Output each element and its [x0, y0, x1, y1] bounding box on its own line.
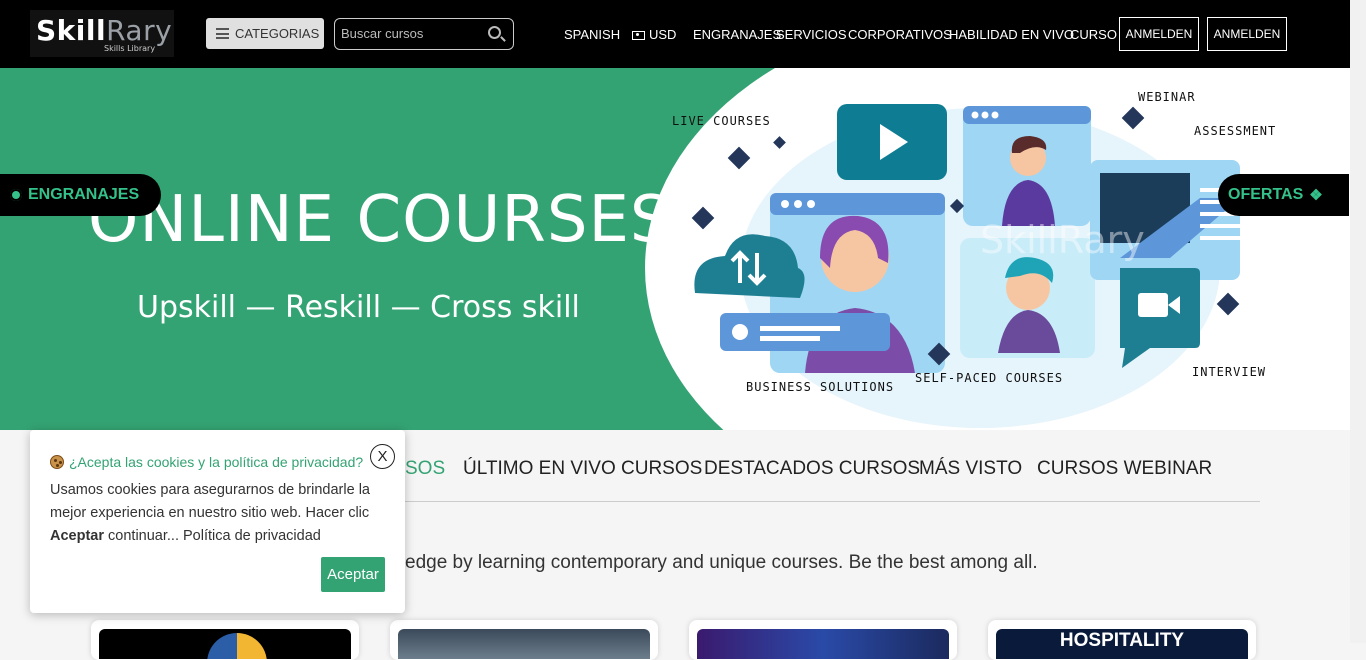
label-webinar: WEBINAR [1138, 90, 1196, 104]
engranajes-pill[interactable]: ENGRANAJES [0, 174, 161, 216]
nav-currency-label: USD [649, 27, 677, 42]
cookie-title-text: ¿Acepta las cookies y la política de pri… [69, 454, 364, 470]
tabs-divider [405, 501, 1260, 502]
page-scrollbar[interactable] [1350, 0, 1366, 643]
label-business-solutions: BUSINESS SOLUTIONS [746, 380, 895, 394]
label-self-paced: SELF-PACED COURSES [915, 371, 1064, 385]
course-thumbnail-text: HOSPITALITY [1059, 630, 1185, 651]
accept-cookies-button[interactable]: Aceptar [321, 557, 385, 592]
logo-tagline: Skills Library [104, 44, 156, 53]
menu-icon [216, 28, 229, 39]
cookie-body-bold: Aceptar [50, 528, 104, 544]
cookie-consent-dialog: ¿Acepta las cookies y la política de pri… [30, 430, 405, 613]
hero-subtitle: Upskill — Reskill — Cross skill [137, 290, 580, 325]
label-assessment: ASSESSMENT [1194, 124, 1277, 138]
cookie-body-text-2: continuar... Política de privacidad [108, 528, 321, 544]
search-input[interactable] [341, 26, 481, 41]
nav-language[interactable]: SPANISH [564, 27, 620, 42]
signup-button[interactable]: ANMELDEN [1207, 17, 1287, 51]
ofertas-pill-label: OFERTAS [1228, 186, 1304, 203]
site-logo[interactable]: SkillRary Skills Library [30, 10, 174, 57]
money-icon [632, 31, 645, 40]
label-live-courses: LIVE COURSES [672, 114, 771, 128]
nav-servicios[interactable]: SERVICIOS [776, 27, 847, 42]
cookie-body: Usamos cookies para asegurarnos de brind… [50, 479, 390, 548]
watermark: SkillRary [980, 218, 1145, 262]
close-button[interactable]: X [370, 444, 395, 469]
tab-cursos[interactable]: SOS [405, 458, 445, 484]
course-thumbnail [697, 629, 949, 659]
tab-destacados[interactable]: DESTACADOS CURSOS [704, 458, 920, 484]
tags-icon: ❖ [1309, 187, 1323, 204]
categories-button[interactable]: CATEGORIAS [206, 18, 324, 49]
tab-cursos-webinar[interactable]: CURSOS WEBINAR [1037, 458, 1212, 484]
logo-main-text: Skill [36, 14, 107, 47]
cookie-icon [50, 455, 64, 469]
course-thumbnail [398, 629, 650, 659]
course-card[interactable] [91, 620, 359, 660]
login-button[interactable]: ANMELDEN [1119, 17, 1199, 51]
hero-banner[interactable]: ONLINE COURSES Upskill — Reskill — Cross… [0, 68, 1350, 430]
cookie-title: ¿Acepta las cookies y la política de pri… [50, 454, 363, 470]
course-card[interactable] [390, 620, 658, 660]
engranajes-pill-label: ENGRANAJES [28, 186, 140, 203]
nav-currency[interactable]: USD [632, 27, 676, 42]
course-card[interactable] [689, 620, 957, 660]
ofertas-pill[interactable]: OFERTAS ❖ [1218, 174, 1349, 216]
section-tagline: edge by learning contemporary and unique… [405, 552, 1038, 573]
course-thumbnail [99, 629, 351, 659]
nav-habilidad-en-vivo[interactable]: HABILIDAD EN VIVO [949, 27, 1074, 42]
label-interview: INTERVIEW [1192, 365, 1267, 379]
search-icon[interactable] [488, 26, 501, 39]
categories-label: CATEGORIAS [235, 26, 320, 41]
tab-ultimo-en-vivo[interactable]: ÚLTIMO EN VIVO CURSOS [463, 458, 702, 484]
nav-engranajes[interactable]: ENGRANAJES [693, 27, 781, 42]
tab-mas-visto[interactable]: MÁS VISTO [919, 458, 1022, 484]
search-box [334, 18, 514, 50]
hero-title: ONLINE COURSES [88, 183, 672, 257]
gear-icon [10, 189, 22, 201]
course-thumbnail: HOSPITALITY [996, 629, 1248, 659]
cookie-body-text-1: Usamos cookies para asegurarnos de brind… [50, 482, 370, 521]
nav-corporativos[interactable]: CORPORATIVOS [848, 27, 952, 42]
course-card[interactable]: HOSPITALITY [988, 620, 1256, 660]
top-navbar: SkillRary Skills Library CATEGORIAS SPAN… [0, 0, 1350, 68]
nav-curso[interactable]: CURSO [1070, 27, 1117, 42]
logo-accent-text: Rary [106, 14, 173, 47]
